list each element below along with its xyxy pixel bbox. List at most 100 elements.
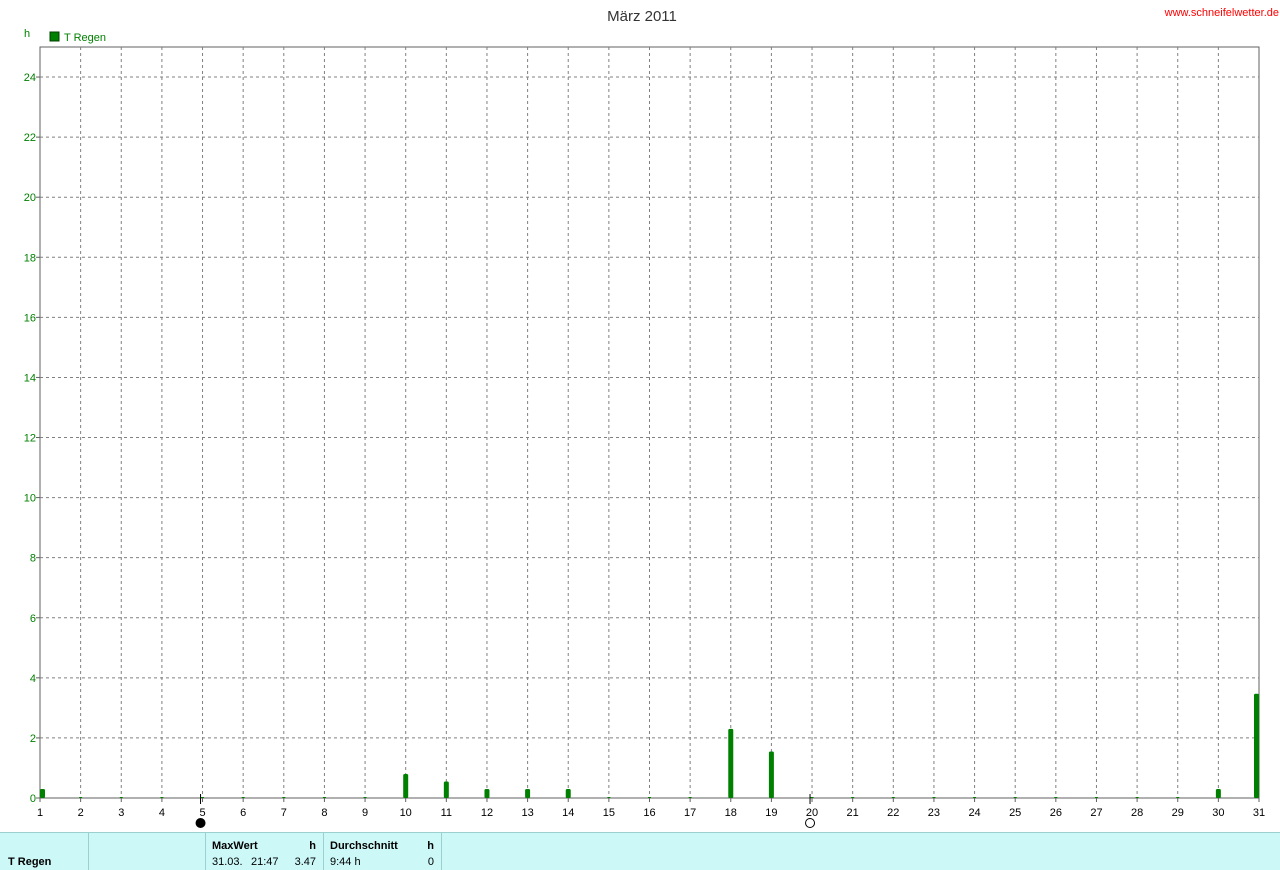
baseline-marker	[891, 797, 895, 798]
baseline-marker	[851, 797, 855, 798]
baseline-marker	[282, 797, 286, 798]
x-tick-label: 9	[362, 807, 368, 819]
y-axis-ticks: 024681012141618202224	[24, 72, 40, 805]
baseline-marker	[363, 797, 367, 798]
info-max-value: 3.47	[294, 856, 316, 868]
baseline-marker	[322, 797, 326, 798]
y-tick-label: 4	[30, 673, 36, 685]
info-avg-count: 0	[427, 856, 434, 868]
y-tick-label: 20	[24, 192, 36, 204]
chart-title: März 2011	[607, 8, 677, 25]
y-tick-label: 2	[30, 733, 36, 745]
new-moon-icon	[195, 818, 206, 828]
y-tick-label: 12	[24, 433, 36, 445]
rain-bar	[1254, 693, 1259, 798]
rain-bar	[728, 728, 734, 798]
baseline-marker	[688, 797, 692, 798]
x-tick-label: 17	[684, 807, 696, 819]
info-max-header: MaxWert	[212, 840, 258, 852]
baseline-marker	[973, 797, 977, 798]
y-tick-label: 22	[24, 132, 36, 144]
y-tick-label: 24	[24, 72, 36, 84]
baseline-marker	[1013, 797, 1017, 798]
rain-bar	[40, 788, 45, 798]
baseline-marker	[1135, 797, 1139, 798]
y-tick-label: 18	[24, 252, 36, 264]
legend-label: T Regen	[64, 32, 106, 44]
moon-phases	[195, 794, 816, 828]
info-series-label: T Regen	[8, 856, 52, 868]
full-moon-icon	[805, 818, 816, 828]
x-tick-label: 4	[159, 807, 165, 819]
baseline-marker	[607, 797, 611, 798]
info-max-unit: h	[309, 840, 316, 852]
baseline-marker	[932, 797, 936, 798]
y-tick-label: 14	[24, 372, 36, 384]
x-tick-label: 29	[1172, 807, 1184, 819]
baseline-marker	[1094, 797, 1098, 798]
baseline-marker	[241, 797, 245, 798]
rain-bar	[525, 788, 531, 798]
baseline-marker	[648, 797, 651, 798]
info-max-cell: MaxWert h 31.03. 21:47 3.47	[205, 833, 324, 870]
x-tick-label: 18	[725, 807, 737, 819]
x-tick-label: 7	[281, 807, 287, 819]
baseline-marker	[160, 797, 164, 798]
x-tick-label: 11	[441, 807, 452, 819]
x-tick-label: 31	[1253, 807, 1265, 819]
rain-bar	[565, 788, 571, 798]
x-tick-label: 5	[199, 807, 205, 819]
x-tick-label: 25	[1009, 807, 1021, 819]
x-tick-label: 21	[847, 807, 859, 819]
x-tick-label: 19	[765, 807, 777, 819]
baseline-marker	[79, 797, 83, 798]
rain-chart: März 2011 www.schneifelwetter.de h T Reg…	[24, 7, 1279, 828]
y-tick-label: 10	[24, 493, 36, 505]
y-tick-label: 6	[30, 613, 36, 625]
baseline-marker	[201, 797, 205, 798]
x-tick-label: 10	[400, 807, 412, 819]
baseline-marker	[810, 797, 814, 798]
x-tick-label: 8	[321, 807, 327, 819]
info-max-date: 31.03.	[212, 856, 243, 868]
x-tick-label: 3	[118, 807, 124, 819]
baseline-marker	[1054, 797, 1058, 798]
info-empty-cell	[88, 833, 206, 870]
x-tick-label: 13	[521, 807, 533, 819]
watermark: www.schneifelwetter.de	[1164, 7, 1279, 19]
x-tick-label: 22	[887, 807, 899, 819]
y-tick-label: 8	[30, 553, 36, 565]
rain-bar	[403, 773, 409, 798]
info-bar: T Regen MaxWert h 31.03. 21:47 3.47 Durc…	[0, 832, 1280, 870]
x-axis-ticks: 1 2 3 4 5 6 7 8 9 10 11 12 13 14 15 16 17 18 19 20 21 22 23 24 2…	[37, 798, 1265, 819]
baseline-marker	[119, 797, 123, 798]
x-tick-label: 23	[928, 807, 940, 819]
x-tick-label: 1	[37, 807, 43, 819]
x-tick-label: 20	[806, 807, 818, 819]
x-tick-label: 24	[968, 807, 980, 819]
info-avg-value: 9:44 h	[330, 856, 361, 868]
rain-bar	[1215, 788, 1221, 798]
x-tick-label: 6	[240, 807, 246, 819]
info-avg-cell: Durchschnitt h 9:44 h 0	[323, 833, 442, 870]
rain-bar	[484, 788, 490, 798]
x-tick-label: 12	[481, 807, 493, 819]
baseline-marker	[1176, 797, 1180, 798]
y-tick-label: 16	[24, 312, 36, 324]
x-tick-label: 27	[1090, 807, 1102, 819]
info-max-time: 21:47	[251, 856, 279, 868]
rain-bar	[768, 751, 774, 798]
info-avg-unit: h	[427, 840, 434, 852]
info-avg-header: Durchschnitt	[330, 840, 398, 852]
x-tick-label: 15	[603, 807, 615, 819]
x-tick-label: 14	[562, 807, 574, 819]
y-tick-label: 0	[30, 793, 36, 805]
legend-swatch	[49, 31, 60, 42]
x-tick-label: 16	[643, 807, 655, 819]
rain-bar	[443, 781, 449, 798]
x-tick-label: 26	[1050, 807, 1062, 819]
y-axis-unit: h	[24, 28, 30, 40]
x-tick-label: 30	[1212, 807, 1224, 819]
x-tick-label: 2	[78, 807, 84, 819]
info-series-cell: T Regen	[0, 833, 89, 870]
